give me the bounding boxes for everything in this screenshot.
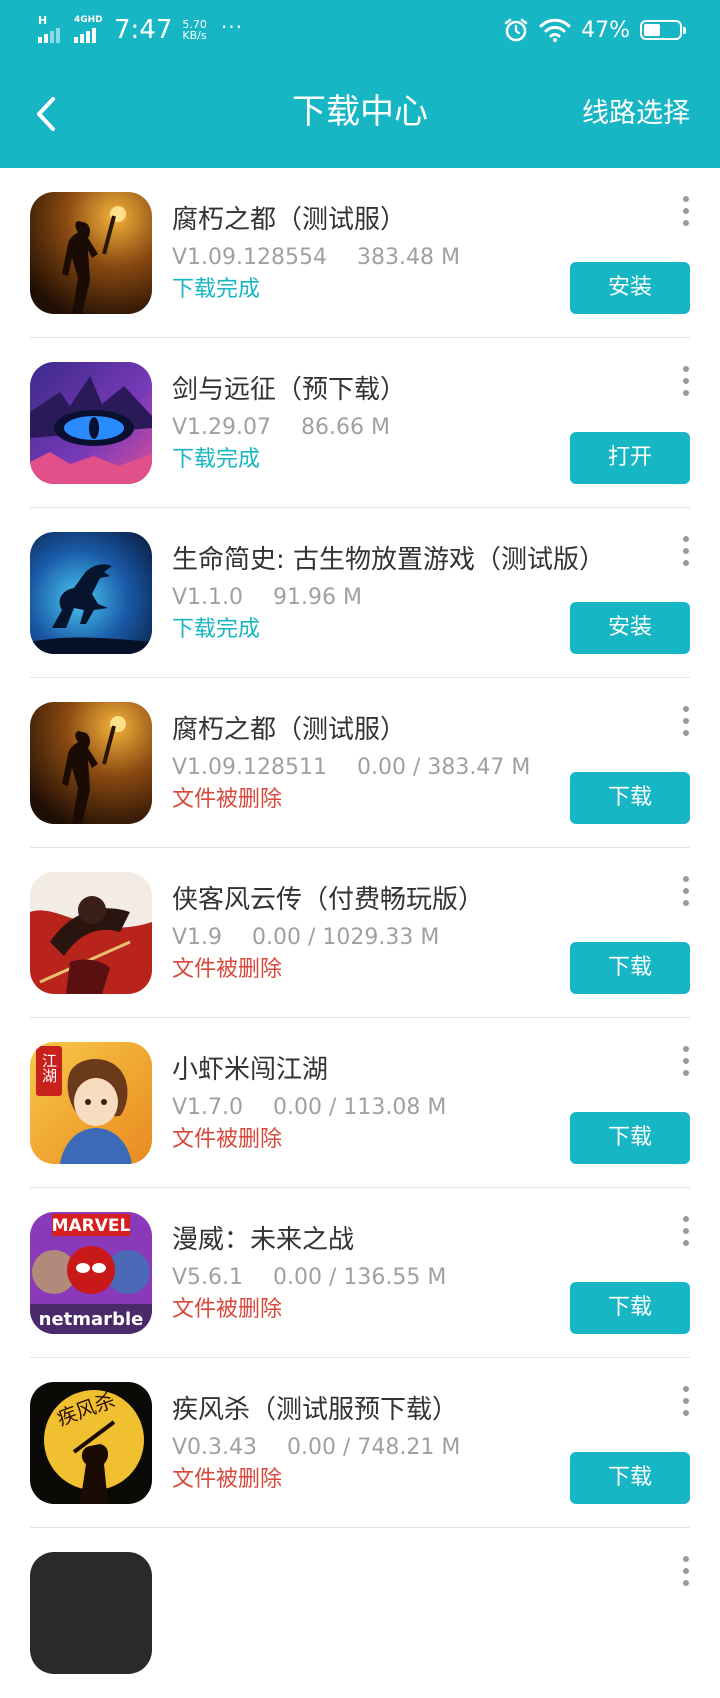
status-bar-left: H 4GHD 7:47 5.70 KB/s ··· (38, 12, 243, 48)
app-size: 0.00 / 136.55 M (273, 1265, 447, 1290)
battery-percent: 47% (581, 17, 630, 43)
download-status: 下载完成 (172, 617, 261, 642)
download-status: 文件被删除 (172, 1467, 283, 1492)
download-status: 下载完成 (172, 277, 261, 302)
app-name: 疾风杀（测试服预下载） (172, 1395, 459, 1425)
app-header: 下载中心 线路选择 (0, 60, 720, 168)
download-item[interactable]: 剑与远征（预下载） V1.29.07 86.66 M 下载完成 打开 (0, 338, 720, 508)
download-list: 腐朽之都（测试服） V1.09.128554 383.48 M 下载完成 安装 剑… (0, 168, 720, 1698)
clock: 7:47 (114, 15, 173, 45)
more-options-icon[interactable] (678, 536, 694, 566)
signal-4g-icon: 4GHD (74, 15, 103, 43)
app-version: V1.7.0 (172, 1095, 244, 1120)
app-version: V5.6.1 (172, 1265, 244, 1290)
download-button[interactable]: 下载 (570, 942, 690, 994)
dinosaur-icon (30, 532, 152, 654)
install-button[interactable]: 安装 (570, 602, 690, 654)
route-select-button[interactable]: 线路选择 (582, 92, 690, 136)
more-options-icon[interactable] (678, 1216, 694, 1246)
icon-text: 江湖 (40, 1053, 58, 1084)
torch-girl-icon (30, 192, 152, 314)
torch-girl-icon (30, 702, 152, 824)
app-size: 0.00 / 383.47 M (357, 755, 531, 780)
app-meta: V1.09.128511 0.00 / 383.47 M (172, 752, 530, 784)
app-version: V1.29.07 (172, 415, 272, 440)
app-version: V1.09.128554 (172, 245, 328, 270)
more-options-icon[interactable] (678, 1386, 694, 1416)
app-version: V0.3.43 (172, 1435, 258, 1460)
download-button[interactable]: 下载 (570, 1112, 690, 1164)
download-item[interactable]: 江湖 小虾米闯江湖 V1.7.0 0.00 / 113.08 M 文件被删除 下载 (0, 1018, 720, 1188)
app-size: 0.00 / 1029.33 M (252, 925, 440, 950)
more-options-icon[interactable] (678, 1046, 694, 1076)
network-speed: 5.70 KB/s (182, 19, 207, 41)
download-button[interactable]: 下载 (570, 1452, 690, 1504)
status-bar: H 4GHD 7:47 5.70 KB/s ··· 47% (0, 0, 720, 60)
app-meta: V1.1.0 91.96 M (172, 582, 362, 614)
app-size: 0.00 / 113.08 M (273, 1095, 447, 1120)
app-name: 腐朽之都（测试服） (172, 205, 407, 235)
app-size: 0.00 / 748.21 M (287, 1435, 461, 1460)
app-meta: V1.29.07 86.66 M (172, 412, 390, 444)
more-options-icon[interactable] (678, 876, 694, 906)
moon-warrior-icon: 疾风杀 (30, 1382, 152, 1504)
download-item[interactable]: MARVEL netmarble 漫威：未来之战 V5.6.1 0.00 / 13… (0, 1188, 720, 1358)
app-name: 生命简史: 古生物放置游戏（测试版） (172, 545, 606, 575)
download-item[interactable]: 侠客风云传（付费畅玩版） V1.9 0.00 / 1029.33 M 文件被删除 … (0, 848, 720, 1018)
app-meta: V5.6.1 0.00 / 136.55 M (172, 1262, 446, 1294)
download-status: 下载完成 (172, 447, 261, 472)
swordsman-icon (30, 872, 152, 994)
download-item[interactable]: 腐朽之都（测试服） V1.09.128554 383.48 M 下载完成 安装 (0, 168, 720, 338)
status-bar-right: 47% (503, 12, 686, 48)
alarm-icon (504, 18, 528, 42)
battery-icon (640, 20, 686, 40)
icon-text-top: MARVEL (52, 1216, 131, 1236)
network-type-label: H (38, 14, 48, 27)
wifi-icon (539, 18, 571, 42)
app-name: 小虾米闯江湖 (172, 1055, 329, 1085)
app-meta: V0.3.43 0.00 / 748.21 M (172, 1432, 460, 1464)
app-size: 383.48 M (357, 245, 460, 270)
open-button[interactable]: 打开 (570, 432, 690, 484)
network-speed-unit: KB/s (182, 29, 207, 42)
download-status: 文件被删除 (172, 1297, 283, 1322)
hero-boy-icon: 江湖 (30, 1042, 152, 1164)
more-notifications-icon: ··· (220, 15, 243, 39)
marvel-icon: MARVEL netmarble (30, 1212, 152, 1334)
app-size: 86.66 M (301, 415, 390, 440)
signal-icon: H (38, 14, 66, 43)
app-version: V1.9 (172, 925, 223, 950)
network-4g-label: 4GHD (74, 15, 103, 25)
app-meta: V1.7.0 0.00 / 113.08 M (172, 1092, 446, 1124)
download-button[interactable]: 下载 (570, 1282, 690, 1334)
download-status: 文件被删除 (172, 787, 283, 812)
install-button[interactable]: 安装 (570, 262, 690, 314)
download-status: 文件被删除 (172, 1127, 283, 1152)
dragon-eye-icon (30, 362, 152, 484)
download-button[interactable]: 下载 (570, 772, 690, 824)
more-options-icon[interactable] (678, 1556, 694, 1586)
download-item[interactable]: 疾风杀 疾风杀（测试服预下载） V0.3.43 0.00 / 748.21 M 文… (0, 1358, 720, 1528)
app-meta: V1.09.128554 383.48 M (172, 242, 460, 274)
app-name: 侠客风云传（付费畅玩版） (172, 885, 485, 915)
download-status: 文件被删除 (172, 957, 283, 982)
more-options-icon[interactable] (678, 706, 694, 736)
more-options-icon[interactable] (678, 196, 694, 226)
download-item[interactable]: 生命简史: 古生物放置游戏（测试版） V1.1.0 91.96 M 下载完成 安装 (0, 508, 720, 678)
app-version: V1.09.128511 (172, 755, 328, 780)
app-name: 漫威：未来之战 (172, 1225, 355, 1255)
more-options-icon[interactable] (678, 366, 694, 396)
download-item[interactable]: 腐朽之都（测试服） V1.09.128511 0.00 / 383.47 M 文件… (0, 678, 720, 848)
app-version: V1.1.0 (172, 585, 244, 610)
download-item-partial[interactable] (0, 1528, 720, 1698)
app-name: 剑与远征（预下载） (172, 375, 407, 405)
app-size: 91.96 M (273, 585, 362, 610)
icon-text-bottom: netmarble (39, 1309, 144, 1330)
app-name: 腐朽之都（测试服） (172, 715, 407, 745)
app-icon-partial (30, 1552, 152, 1674)
app-meta: V1.9 0.00 / 1029.33 M (172, 922, 439, 954)
